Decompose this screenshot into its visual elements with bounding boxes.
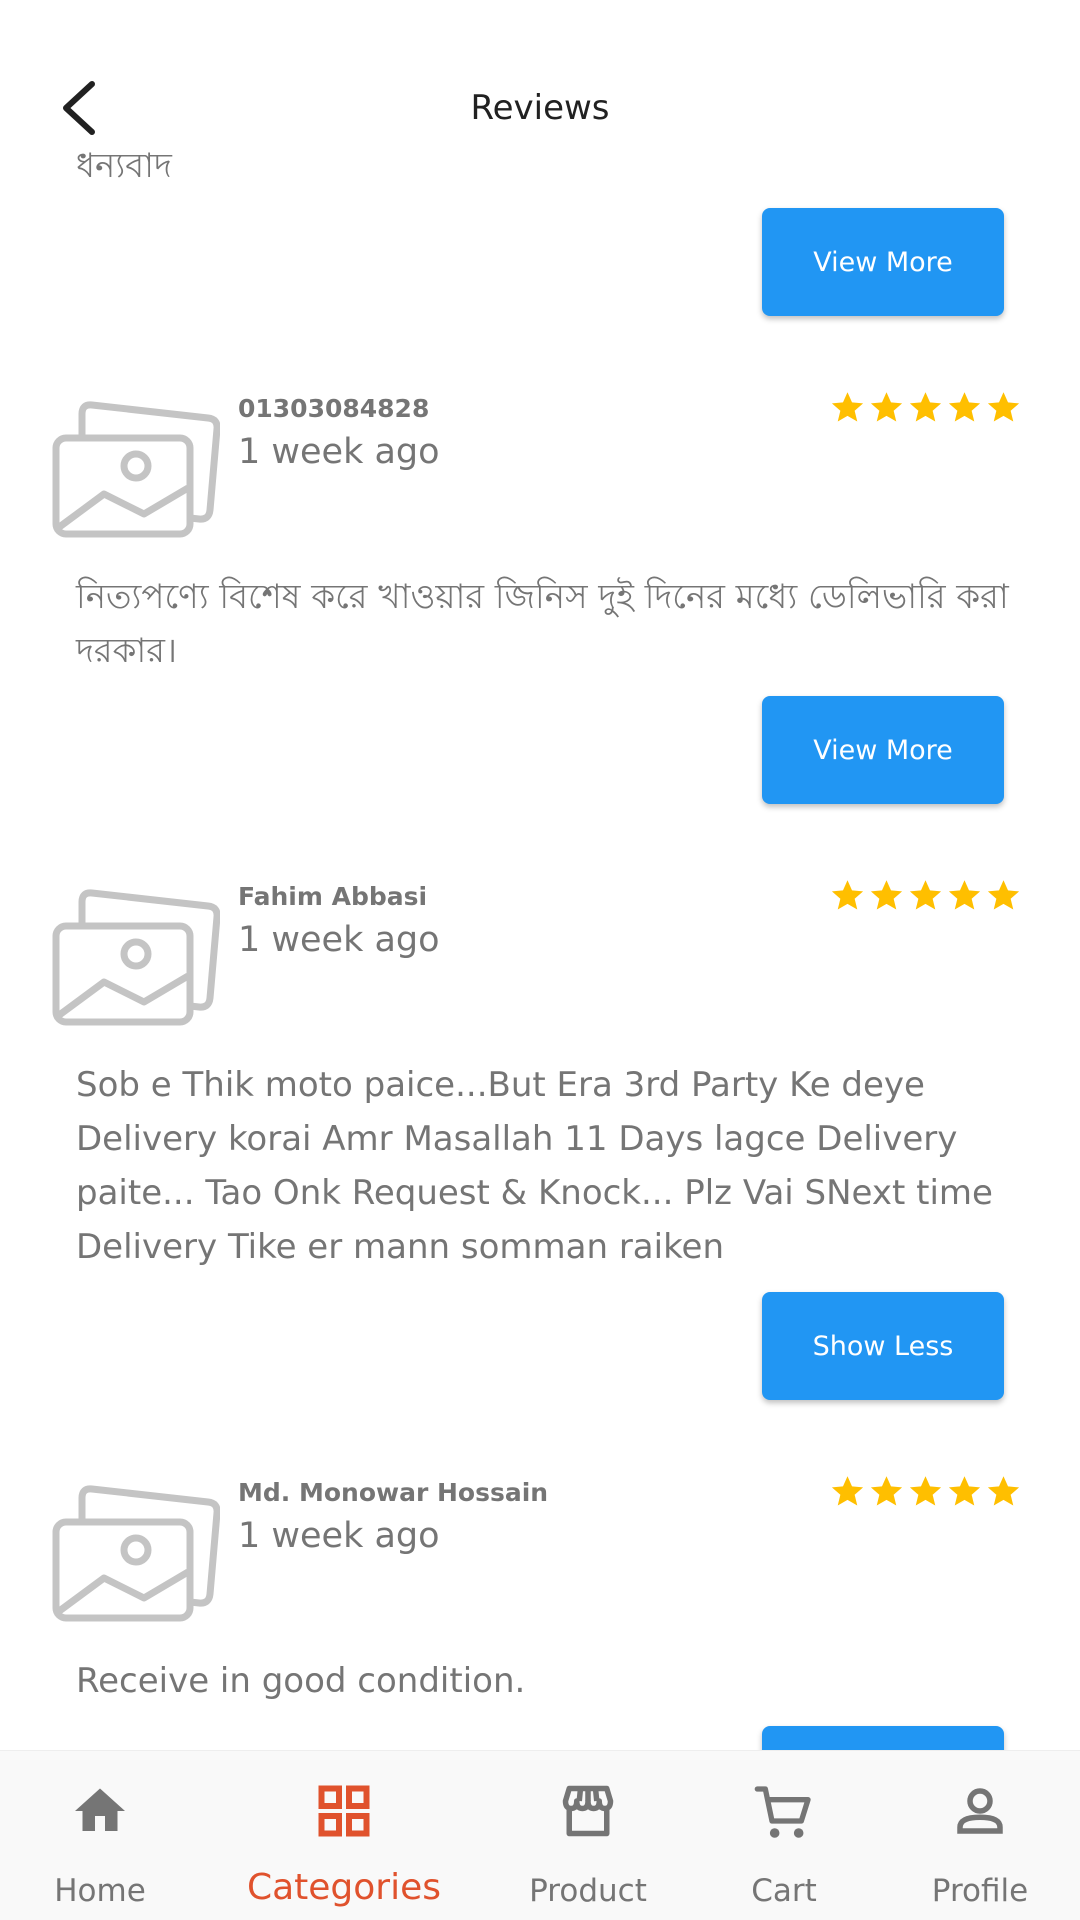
- nav-item-categories[interactable]: Categories: [244, 1751, 444, 1920]
- star-rating: [830, 878, 1021, 913]
- star-icon: [909, 392, 942, 422]
- view-more-button[interactable]: View More: [762, 208, 1004, 316]
- star-icon: [948, 1476, 981, 1506]
- star-icon: [909, 880, 942, 910]
- grid-icon: [318, 1785, 370, 1837]
- review-time: 1 week ago: [238, 920, 440, 960]
- review-text: নিত্যপণ্যে বিশেষ করে খাওয়ার জিনিস দুই দ…: [76, 577, 1009, 671]
- reviews-list[interactable]: ধন্যবাদ View More 01303084828 1 week ago: [0, 0, 1080, 1750]
- nav-label-product: Product: [529, 1873, 647, 1909]
- home-icon: [75, 1788, 125, 1831]
- nav-label-profile: Profile: [931, 1873, 1029, 1909]
- reviews-screen: ধন্যবাদ View More 01303084828 1 week ago: [0, 0, 1080, 1920]
- star-rating: [830, 390, 1021, 425]
- star-icon: [831, 880, 864, 910]
- star-icon: [948, 880, 981, 910]
- show-less-button[interactable]: Show Less: [762, 1292, 1004, 1400]
- reviewer-name: Fahim Abbasi: [238, 882, 428, 911]
- nav-item-cart[interactable]: Cart: [684, 1751, 884, 1920]
- star-icon: [831, 392, 864, 422]
- page-title: Reviews: [470, 88, 610, 128]
- app-header: Reviews: [0, 0, 1080, 150]
- star-rating: [830, 1474, 1021, 1509]
- nav-label-cart: Cart: [751, 1873, 817, 1909]
- nav-label-home: Home: [54, 1873, 146, 1909]
- star-icon: [987, 392, 1020, 422]
- view-more-button[interactable]: View More: [762, 696, 1004, 804]
- star-icon: [870, 1476, 903, 1506]
- reviewer-name: Md. Monowar Hossain: [238, 1478, 549, 1507]
- review-text: Sob e Thik moto paice...But Era 3rd Part…: [76, 1065, 993, 1267]
- nav-label-categories: Categories: [246, 1867, 442, 1908]
- star-icon: [987, 1476, 1020, 1506]
- image-placeholder-icon: [52, 889, 220, 1026]
- star-icon: [870, 392, 903, 422]
- review-text: Receive in good condition.: [76, 1661, 526, 1701]
- star-icon: [948, 392, 981, 422]
- image-placeholder-icon: [52, 1485, 220, 1622]
- cart-icon: [754, 1786, 811, 1838]
- reviewer-name: 01303084828: [238, 394, 430, 423]
- star-icon: [870, 880, 903, 910]
- star-icon: [831, 1476, 864, 1506]
- nav-item-profile[interactable]: Profile: [880, 1751, 1080, 1920]
- person-icon: [957, 1788, 1003, 1834]
- nav-item-home[interactable]: Home: [0, 1751, 200, 1920]
- store-icon: [562, 1785, 614, 1837]
- star-icon: [909, 1476, 942, 1506]
- star-icon: [987, 880, 1020, 910]
- review-time: 1 week ago: [238, 432, 440, 472]
- nav-item-product[interactable]: Product: [488, 1751, 688, 1920]
- review-time: 1 week ago: [238, 1516, 440, 1556]
- partial-button[interactable]: [762, 1726, 1004, 1750]
- image-placeholder-icon: [52, 401, 220, 538]
- bottom-navigation: Home Categories Product Cart Profile: [0, 1750, 1080, 1920]
